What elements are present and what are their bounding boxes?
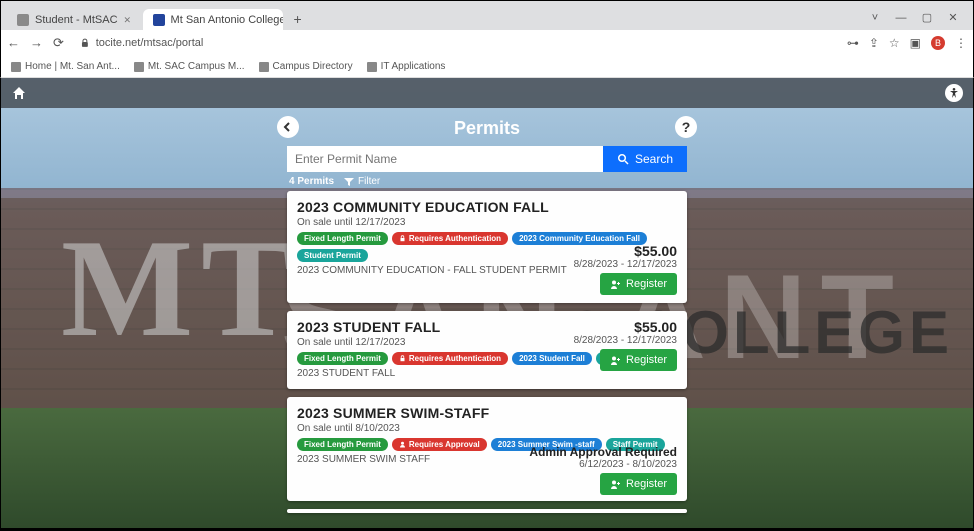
tab-title: Mt San Antonio College Citizen I xyxy=(171,14,283,26)
bookmark-label: Home | Mt. San Ant... xyxy=(25,61,120,72)
permit-card: 2023 SUMMER SWIM-STAFF On sale until 8/1… xyxy=(287,397,687,501)
permit-price: $55.00 xyxy=(574,243,677,259)
bookmark-label: Mt. SAC Campus M... xyxy=(148,61,245,72)
favicon-icon xyxy=(153,14,165,26)
permit-dates: 8/28/2023 - 12/17/2023 xyxy=(574,259,677,270)
permit-title: 2023 SUMMER SWIM-STAFF xyxy=(297,405,677,421)
results-meta: 4 Permits Filter xyxy=(287,172,687,191)
register-button[interactable]: Register xyxy=(600,349,677,371)
new-tab-button[interactable]: + xyxy=(287,8,309,30)
share-icon[interactable]: ⇪ xyxy=(869,36,879,50)
tag-fixed-length: Fixed Length Permit xyxy=(297,232,388,245)
user-plus-icon xyxy=(610,479,621,490)
filter-button[interactable]: Filter xyxy=(344,176,380,187)
register-button[interactable]: Register xyxy=(600,473,677,495)
search-button[interactable]: Search xyxy=(603,146,687,172)
browser-tab-active[interactable]: Mt San Antonio College Citizen I ✕ xyxy=(143,9,283,30)
window-controls: ˅ — ▢ ✕ xyxy=(861,11,967,30)
search-row: Search xyxy=(287,146,687,172)
close-icon[interactable]: ✕ xyxy=(124,16,133,25)
bookmark-label: Campus Directory xyxy=(273,61,353,72)
filter-label: Filter xyxy=(358,176,380,187)
browser-toolbar: ← → ⟳ ⊶ ⇪ ☆ ▣ B ⋮ xyxy=(0,30,974,56)
site-top-bar xyxy=(1,78,973,108)
browser-tab[interactable]: Student - MtSAC ✕ xyxy=(7,9,143,30)
bookmark-item[interactable]: IT Applications xyxy=(367,61,446,72)
register-label: Register xyxy=(626,478,667,490)
minimize-icon[interactable]: — xyxy=(895,12,907,24)
permit-card: 2023 COMMUNITY EDUCATION FALL On sale un… xyxy=(287,191,687,303)
star-icon[interactable]: ☆ xyxy=(889,36,900,50)
maximize-icon[interactable]: ▢ xyxy=(921,11,933,24)
user-plus-icon xyxy=(610,355,621,366)
help-button[interactable]: ? xyxy=(675,116,697,138)
page-title: Permits xyxy=(454,118,520,139)
url-input[interactable] xyxy=(96,37,831,49)
extensions-icon[interactable]: ▣ xyxy=(910,36,921,50)
search-input[interactable] xyxy=(287,146,603,172)
permit-title: 2023 COMMUNITY EDUCATION FALL xyxy=(297,199,677,215)
bookmark-item[interactable]: Mt. SAC Campus M... xyxy=(134,61,245,72)
close-window-icon[interactable]: ✕ xyxy=(947,11,959,24)
register-button[interactable]: Register xyxy=(600,273,677,295)
bookmark-icon xyxy=(134,62,144,72)
bookmark-item[interactable]: Campus Directory xyxy=(259,61,353,72)
permit-dates: 8/28/2023 - 12/17/2023 xyxy=(574,335,677,346)
results-count: 4 Permits xyxy=(289,176,334,187)
lock-icon xyxy=(399,355,406,362)
bookmark-icon xyxy=(259,62,269,72)
tag-requires-auth: Requires Authentication xyxy=(392,232,508,245)
favicon-icon xyxy=(17,14,29,26)
user-plus-icon xyxy=(610,279,621,290)
tag-requires-approval: Requires Approval xyxy=(392,438,487,451)
sale-until: On sale until 12/17/2023 xyxy=(297,217,677,228)
tag-fixed-length: Fixed Length Permit xyxy=(297,438,388,451)
center-column: Permits ? Search 4 Permits Filter 2023 C… xyxy=(287,114,687,513)
tag-fixed-length: Fixed Length Permit xyxy=(297,352,388,365)
accessibility-icon[interactable] xyxy=(945,84,963,102)
permit-card-peek xyxy=(287,509,687,513)
sale-until: On sale until 8/10/2023 xyxy=(297,423,677,434)
filter-icon xyxy=(344,177,354,187)
chevron-down-icon[interactable]: ˅ xyxy=(869,12,881,24)
profile-avatar[interactable]: B xyxy=(931,36,945,50)
search-icon xyxy=(617,153,629,165)
search-button-label: Search xyxy=(635,152,673,166)
key-icon[interactable]: ⊶ xyxy=(847,36,859,50)
tag-student-permit: Student Permit xyxy=(297,249,368,262)
menu-icon[interactable]: ⋮ xyxy=(955,36,967,50)
approval-required: Admin Approval Required xyxy=(529,445,677,459)
lock-icon xyxy=(399,235,406,242)
permit-dates: 6/12/2023 - 8/10/2023 xyxy=(529,459,677,470)
back-button[interactable] xyxy=(277,116,299,138)
permit-card: 2023 STUDENT FALL On sale until 12/17/20… xyxy=(287,311,687,389)
portal-background: MT. SAN ANT NIO COLLEGE Permits ? Search… xyxy=(0,78,974,529)
bookmark-item[interactable]: Home | Mt. San Ant... xyxy=(11,61,120,72)
tag-requires-auth: Requires Authentication xyxy=(392,352,508,365)
back-icon[interactable]: ← xyxy=(7,35,20,51)
arrow-left-icon xyxy=(282,121,294,133)
user-icon xyxy=(399,441,406,448)
lock-icon xyxy=(80,38,90,48)
tab-title: Student - MtSAC xyxy=(35,14,118,26)
bookmark-label: IT Applications xyxy=(381,61,446,72)
permit-list: 2023 COMMUNITY EDUCATION FALL On sale un… xyxy=(287,191,687,513)
bookmark-icon xyxy=(11,62,21,72)
forward-icon[interactable]: → xyxy=(30,35,43,51)
permit-price: $55.00 xyxy=(574,319,677,335)
reload-icon[interactable]: ⟳ xyxy=(53,35,64,51)
bookmarks-bar: Home | Mt. San Ant... Mt. SAC Campus M..… xyxy=(0,56,974,78)
register-label: Register xyxy=(626,354,667,366)
home-icon[interactable] xyxy=(11,85,27,101)
bookmark-icon xyxy=(367,62,377,72)
browser-tab-strip: Student - MtSAC ✕ Mt San Antonio College… xyxy=(0,0,974,30)
address-bar[interactable] xyxy=(74,37,837,49)
register-label: Register xyxy=(626,278,667,290)
